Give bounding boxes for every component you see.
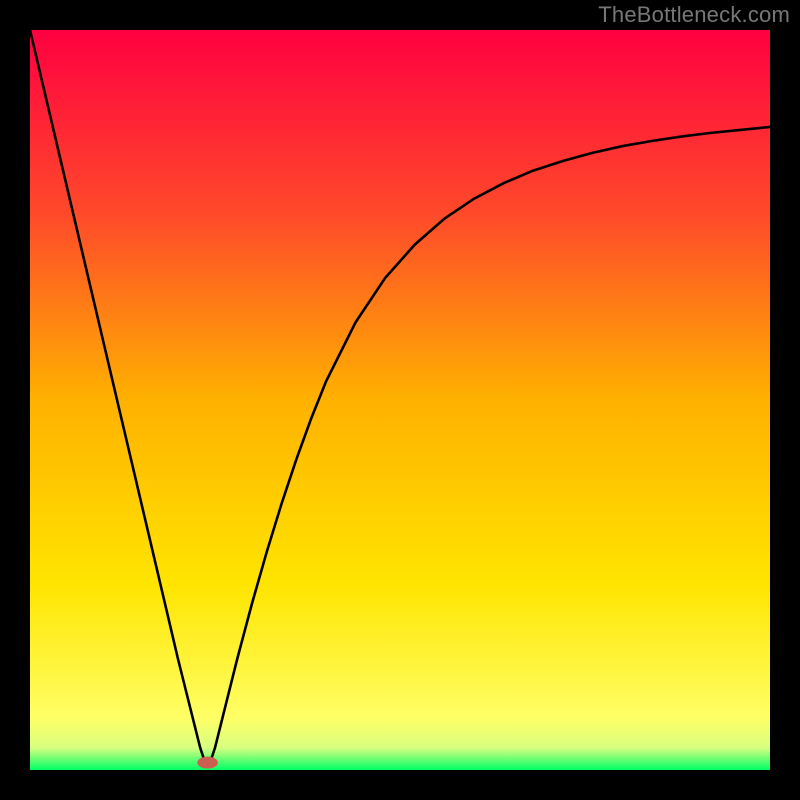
chart-frame: TheBottleneck.com [0,0,800,800]
optimal-marker [197,757,218,769]
watermark-text: TheBottleneck.com [598,2,790,28]
bottleneck-plot [30,30,770,770]
